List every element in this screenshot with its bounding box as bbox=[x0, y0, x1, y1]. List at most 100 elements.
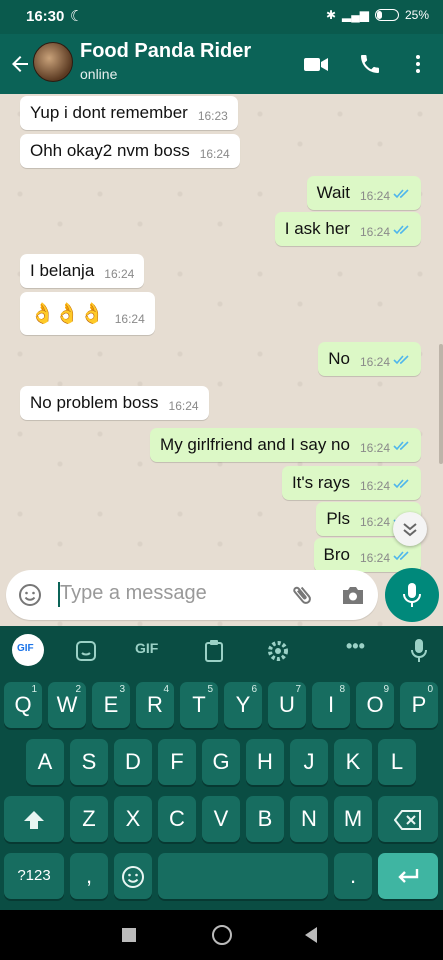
space-key[interactable] bbox=[158, 853, 328, 899]
key-w[interactable]: W2 bbox=[48, 682, 86, 728]
moon-icon: ☾ bbox=[70, 8, 84, 25]
key-n[interactable]: N bbox=[290, 796, 328, 842]
key-i[interactable]: I8 bbox=[312, 682, 350, 728]
key-v[interactable]: V bbox=[202, 796, 240, 842]
battery-icon bbox=[374, 9, 399, 21]
keyboard-toolbar: GIF GIF ••• bbox=[0, 626, 443, 676]
emoji-key[interactable] bbox=[114, 853, 152, 899]
key-g[interactable]: G bbox=[202, 739, 240, 785]
message-bubble[interactable]: My girlfriend and I say no 16:24 bbox=[150, 428, 421, 462]
phone-icon[interactable] bbox=[357, 52, 383, 76]
message-bubble[interactable]: Yup i dont remember 16:23 bbox=[20, 96, 238, 130]
key-e[interactable]: E3 bbox=[92, 682, 130, 728]
message-time: 16:24 bbox=[168, 399, 199, 413]
key-hint: 0 bbox=[427, 684, 433, 695]
enter-key[interactable] bbox=[378, 853, 438, 899]
key-c[interactable]: C bbox=[158, 796, 196, 842]
key-b[interactable]: B bbox=[246, 796, 284, 842]
message-input[interactable]: Type a message bbox=[6, 570, 378, 620]
bluetooth-icon: ✱ bbox=[325, 8, 336, 22]
key-f[interactable]: F bbox=[158, 739, 196, 785]
read-ticks-icon bbox=[393, 550, 409, 560]
key-s[interactable]: S bbox=[70, 739, 108, 785]
key-y[interactable]: Y6 bbox=[224, 682, 262, 728]
recents-icon[interactable] bbox=[122, 928, 136, 942]
message-bubble[interactable]: No 16:24 bbox=[318, 342, 421, 376]
key-label: Q bbox=[14, 692, 32, 717]
message-text: I belanja bbox=[30, 261, 95, 280]
message-bubble[interactable]: I ask her 16:24 bbox=[274, 212, 421, 246]
key-h[interactable]: H bbox=[246, 739, 284, 785]
gboard-gif-label: GIF bbox=[17, 643, 34, 654]
key-label: I bbox=[327, 692, 335, 717]
key-label: O bbox=[366, 692, 384, 717]
double-chevron-down-icon bbox=[403, 523, 417, 537]
clipboard-icon[interactable] bbox=[204, 639, 224, 663]
backspace-key[interactable] bbox=[378, 796, 438, 842]
message-text: No bbox=[328, 349, 350, 368]
message-text: Pls bbox=[326, 509, 350, 528]
message-bubble[interactable]: It's rays 16:24 bbox=[281, 466, 421, 500]
contact-name[interactable]: Food Panda Rider bbox=[80, 40, 251, 63]
message-text: 👌👌👌 bbox=[30, 303, 105, 325]
key-hint: 5 bbox=[207, 684, 213, 695]
read-ticks-icon bbox=[393, 188, 409, 198]
status-bar: 16:30 ☾ ✱ ▂▄▆ 25% bbox=[0, 0, 443, 34]
camera-icon[interactable] bbox=[340, 583, 366, 607]
key-o[interactable]: O9 bbox=[356, 682, 394, 728]
message-time: 16:24 bbox=[359, 551, 390, 565]
key-r[interactable]: R4 bbox=[136, 682, 174, 728]
message-bubble[interactable]: No problem boss 16:24 bbox=[20, 386, 209, 420]
key-hint: 3 bbox=[119, 684, 125, 695]
video-call-icon[interactable] bbox=[303, 52, 329, 76]
key-l[interactable]: L bbox=[378, 739, 416, 785]
message-bubble[interactable]: Ohh okay2 nvm boss 16:24 bbox=[20, 134, 240, 168]
message-bubble[interactable]: 👌👌👌 16:24 bbox=[20, 292, 155, 335]
gif-button[interactable]: GIF bbox=[135, 640, 158, 656]
scrollbar[interactable] bbox=[439, 344, 443, 464]
sticker-icon[interactable] bbox=[75, 640, 97, 662]
home-icon[interactable] bbox=[212, 925, 232, 945]
key-q[interactable]: Q1 bbox=[4, 682, 42, 728]
key-k[interactable]: K bbox=[334, 739, 372, 785]
back-arrow-icon[interactable] bbox=[8, 52, 32, 76]
key-a[interactable]: A bbox=[26, 739, 64, 785]
comma-key[interactable]: , bbox=[70, 853, 108, 899]
gear-icon[interactable] bbox=[266, 639, 290, 663]
key-m[interactable]: M bbox=[334, 796, 372, 842]
symbols-key[interactable]: ?123 bbox=[4, 853, 64, 899]
key-label: P bbox=[411, 692, 427, 717]
voice-message-button[interactable] bbox=[385, 568, 439, 622]
shift-key[interactable] bbox=[4, 796, 64, 842]
emoji-icon[interactable] bbox=[18, 583, 42, 607]
key-label: W bbox=[56, 692, 78, 717]
message-placeholder: Type a message bbox=[60, 582, 207, 604]
keyboard: GIF GIF ••• Q1 W2 E3 R4 T5 Y6 U7 I8 O9 P… bbox=[0, 626, 443, 910]
system-nav-bar bbox=[0, 910, 443, 960]
more-options-icon[interactable] bbox=[405, 52, 431, 76]
message-bubble[interactable]: I belanja 16:24 bbox=[20, 254, 145, 288]
attach-icon[interactable] bbox=[290, 583, 314, 607]
key-j[interactable]: J bbox=[290, 739, 328, 785]
scroll-to-bottom-button[interactable] bbox=[393, 512, 427, 546]
key-u[interactable]: U7 bbox=[268, 682, 306, 728]
key-hint: 6 bbox=[251, 684, 257, 695]
message-time: 16:24 bbox=[104, 267, 135, 281]
gboard-logo-icon[interactable]: GIF bbox=[12, 634, 44, 666]
chat-area[interactable]: Yup i dont remember 16:23 Ohh okay2 nvm b… bbox=[0, 94, 443, 626]
key-d[interactable]: D bbox=[114, 739, 152, 785]
read-ticks-icon bbox=[393, 354, 409, 364]
back-icon[interactable] bbox=[303, 926, 319, 944]
key-x[interactable]: X bbox=[114, 796, 152, 842]
avatar[interactable] bbox=[33, 42, 73, 82]
message-bubble[interactable]: Wait 16:24 bbox=[306, 176, 421, 210]
key-t[interactable]: T5 bbox=[180, 682, 218, 728]
key-z[interactable]: Z bbox=[70, 796, 108, 842]
voice-typing-icon[interactable] bbox=[410, 638, 428, 664]
key-hint: 7 bbox=[295, 684, 301, 695]
key-p[interactable]: P0 bbox=[400, 682, 438, 728]
more-icon[interactable]: ••• bbox=[346, 636, 365, 657]
read-ticks-icon bbox=[393, 478, 409, 488]
period-key[interactable]: . bbox=[334, 853, 372, 899]
key-label: U bbox=[279, 692, 295, 717]
